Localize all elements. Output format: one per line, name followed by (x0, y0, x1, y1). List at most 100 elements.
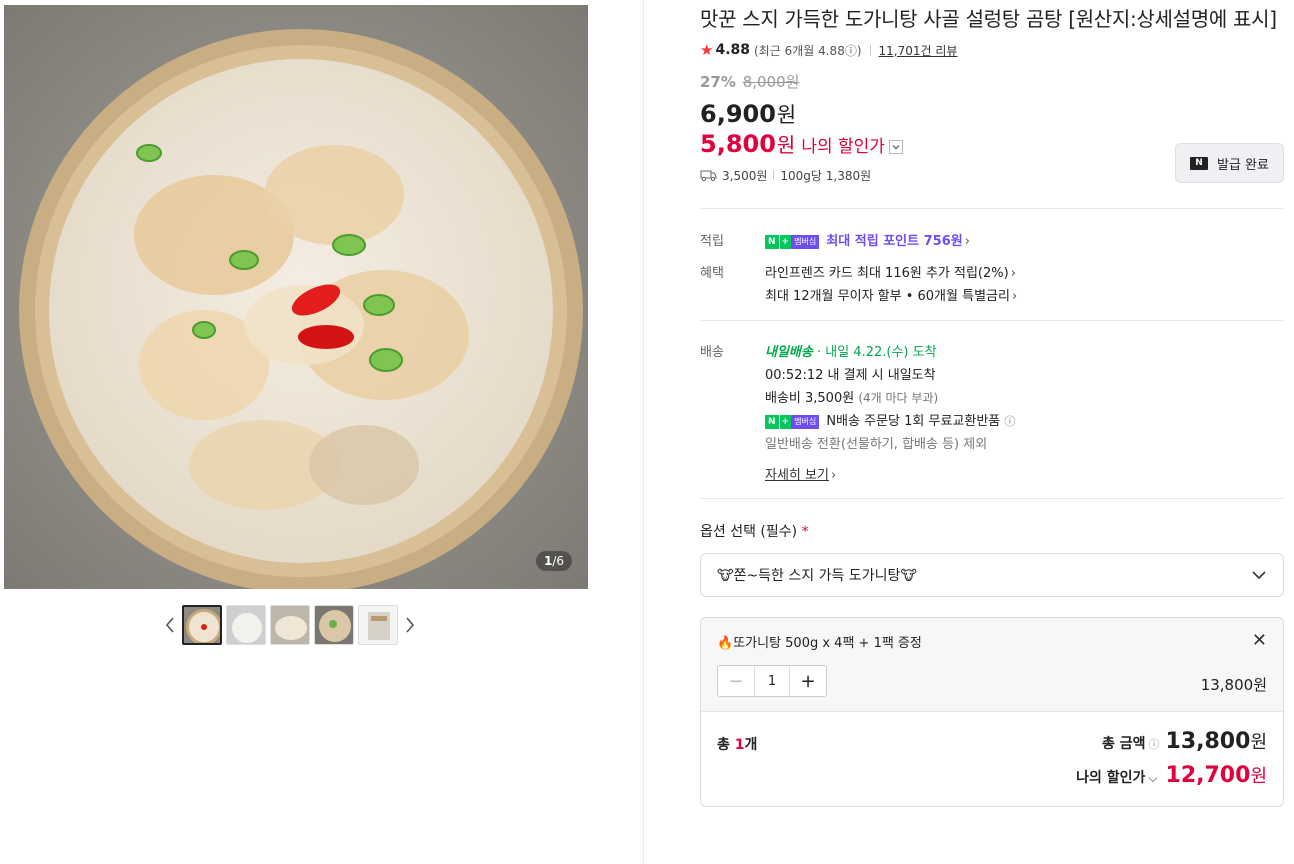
my-discount-row: 나의 할인가 ⌵ 12,700 원 (1076, 762, 1267, 788)
details-link[interactable]: 자세히 보기 (765, 468, 829, 483)
required-mark: * (801, 524, 809, 540)
rating-score: 4.88 (715, 42, 750, 58)
free-exchange-note: N배송 주문당 1회 무료교환반품 (826, 414, 1001, 429)
option-select[interactable]: 🐮쫀~득한 스지 가득 도가니탕🐮 (700, 553, 1284, 597)
review-count-link[interactable]: 11,701건 리뷰 (879, 42, 958, 59)
thumbnail-strip (160, 604, 420, 646)
minus-button[interactable]: − (718, 666, 754, 696)
total-count: 총 1개 (717, 737, 758, 753)
divider (773, 170, 775, 180)
original-price-row: 27% 8,000원 (700, 71, 1284, 91)
my-price-unit: 원 (776, 133, 796, 157)
cart-item: 🔥또가니탕 500g x 4팩 + 1팩 증정 ✕ − 1 + 13,800원 (701, 618, 1283, 711)
chevron-down-icon (1252, 571, 1266, 580)
delivery-fee: 배송비 3,500원 (765, 391, 855, 406)
chevron-right-icon: › (964, 234, 970, 249)
shipping-fee: 3,500원 (722, 168, 768, 183)
sale-price-unit: 원 (776, 103, 797, 127)
thumbnail-image (271, 606, 309, 644)
cart-item-name: 🔥또가니탕 500g x 4팩 + 1팩 증정 (717, 636, 922, 651)
sale-price: 6,900원 (700, 99, 1284, 129)
delivery-fee-note: (4개 마다 부과) (858, 391, 939, 405)
delivery-eta: · 내일 4.22.(수) 도착 (816, 345, 937, 360)
image-counter: 1/6 (535, 551, 572, 571)
divider (700, 320, 1284, 321)
delivery-row: 배송 내일배송 · 내일 4.22.(수) 도착 00:52:12 내 결제 시… (700, 341, 1284, 487)
option-selected-value: 🐮쫀~득한 스지 가득 도가니탕🐮 (717, 568, 917, 584)
chevron-down-icon[interactable]: ⌵ (1148, 771, 1157, 786)
product-title: 맛꾼 스지 가득한 도가니탕 사골 설렁탕 곰탕 [원산지:상세설명에 표시] (700, 7, 1277, 31)
quantity-stepper[interactable]: − 1 + (717, 665, 827, 697)
membership-badge: N + 멤버십 (765, 414, 820, 429)
chevron-right-icon: › (830, 468, 837, 483)
thumbnail-3[interactable] (270, 605, 310, 645)
thumbnail-4[interactable] (314, 605, 354, 645)
benefits-key: 혜택 (700, 266, 724, 281)
sale-price-value: 6,900 (700, 100, 776, 128)
coupon-label: 발급 완료 (1217, 157, 1269, 173)
thumbnail-5[interactable] (358, 605, 398, 645)
total-amount-unit: 원 (1250, 732, 1267, 753)
total-amount-row: 총 금액 ⓘ 13,800 원 (1102, 728, 1267, 754)
total-amount-value: 13,800 (1165, 729, 1251, 754)
thumbnail-image (227, 606, 265, 644)
points-key: 적립 (700, 234, 724, 249)
cart-total: 총 1개 총 금액 ⓘ 13,800 원 나의 할인가 ⌵ 12,700 원 (701, 711, 1283, 806)
chevron-right-icon: › (1011, 289, 1018, 304)
points-row: 적립 N + 멤버십 최대 적립 포인트 756원 › (700, 230, 1284, 253)
benefits-row: 혜택 라인프렌즈 카드 최대 116원 추가 적립(2%) › 최대 12개월 무… (700, 262, 1284, 308)
selected-option-box: 🔥또가니탕 500g x 4팩 + 1팩 증정 ✕ − 1 + 13,800원 … (700, 617, 1284, 807)
close-icon[interactable]: ✕ (1252, 630, 1267, 651)
product-page: 1/6 맛꾼 스지 가득한 도가니탕 사골 설렁탕 곰탕 [원산지:상세설명에 … (0, 0, 1294, 864)
option-label: 옵션 선택 (필수) * (700, 524, 809, 540)
thumbnail-image (184, 607, 220, 643)
product-info: 맛꾼 스지 가득한 도가니탕 사골 설렁탕 곰탕 [원산지:상세설명에 표시] … (700, 0, 1284, 807)
tomorrow-delivery-badge: 내일배송 (765, 345, 813, 360)
chevron-down-icon[interactable] (888, 140, 903, 154)
cart-item-price: 13,800원 (1200, 676, 1267, 694)
chevron-right-icon: › (1010, 266, 1016, 281)
my-price-value: 5,800 (700, 130, 776, 158)
main-product-image[interactable]: 1/6 (4, 5, 588, 589)
soup-bowl-image (4, 5, 588, 589)
coupon-issued-button[interactable]: N 발급 완료 (1175, 143, 1284, 183)
divider (700, 498, 1284, 499)
installment-link[interactable]: 최대 12개월 무이자 할부 • 60개월 특별금리 › (765, 285, 1284, 308)
info-icon[interactable]: ⓘ (1004, 415, 1015, 428)
divider (700, 208, 1284, 209)
thumbnail-image (315, 606, 353, 644)
star-icon: ★ (700, 41, 714, 59)
quantity-value[interactable]: 1 (754, 666, 790, 696)
recent-rating[interactable]: (최근 6개월 4.88ⓘ) (754, 42, 862, 59)
thumbnail-2[interactable] (226, 605, 266, 645)
delivery-exclusion: 일반배송 전환(선물하기, 합배송 등) 제외 (765, 437, 988, 452)
rating-row: ★ 4.88 (최근 6개월 4.88ⓘ) 11,701건 리뷰 (700, 40, 1284, 60)
chevron-right-icon (406, 617, 415, 633)
plus-icon: + (779, 234, 792, 249)
naver-n-icon: N (1190, 156, 1208, 170)
chevron-left-icon (165, 617, 174, 633)
thumb-next-button[interactable] (400, 604, 420, 646)
thumbnail-1[interactable] (182, 605, 222, 645)
my-price-label: 나의 할인가 (801, 137, 885, 157)
my-discount-label: 나의 할인가 (1076, 770, 1146, 786)
naver-n-icon: N (765, 234, 779, 249)
thumb-prev-button[interactable] (160, 604, 180, 646)
info-icon[interactable]: ⓘ (1149, 736, 1160, 752)
plus-button[interactable]: + (790, 666, 826, 696)
max-points-link[interactable]: 최대 적립 포인트 756원 (826, 234, 962, 249)
column-divider (643, 0, 644, 864)
membership-label: 멤버십 (791, 234, 820, 249)
discount-rate: 27% (700, 73, 736, 91)
membership-badge: N + 멤버십 (765, 234, 820, 249)
unit-price: 100g당 1,380원 (780, 168, 872, 183)
truck-icon (700, 170, 717, 182)
my-discount-unit: 원 (1250, 766, 1267, 787)
my-discount-value: 12,700 (1165, 763, 1251, 788)
total-amount-label: 총 금액 (1102, 736, 1146, 752)
delivery-key: 배송 (700, 345, 724, 360)
original-price: 8,000원 (742, 73, 800, 91)
divider (869, 44, 871, 56)
delivery-deadline: 00:52:12 내 결제 시 내일도착 (765, 368, 936, 383)
card-benefit-link[interactable]: 라인프렌즈 카드 최대 116원 추가 적립(2%) › (765, 262, 1284, 285)
